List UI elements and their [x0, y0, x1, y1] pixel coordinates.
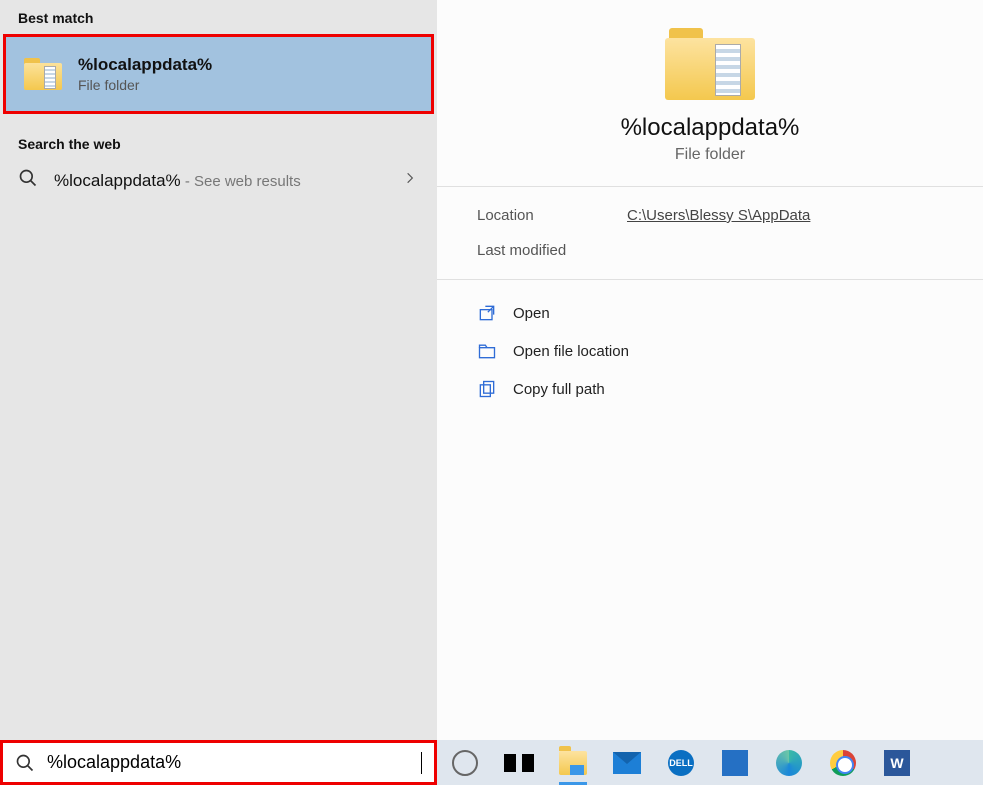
- folder-icon: [24, 58, 62, 90]
- best-match-header: Best match: [0, 0, 437, 34]
- location-link[interactable]: C:\Users\Blessy S\AppData: [627, 207, 810, 224]
- modified-label: Last modified: [477, 242, 567, 259]
- folder-icon: [665, 28, 755, 100]
- web-result[interactable]: %localappdata% - See web results: [0, 160, 437, 201]
- open-label: Open: [513, 305, 550, 322]
- open-location-action[interactable]: Open file location: [477, 332, 983, 370]
- dell-icon[interactable]: DELL: [663, 745, 699, 781]
- web-term: %localappdata%: [54, 171, 181, 190]
- web-hint: - See web results: [181, 173, 301, 190]
- file-explorer-icon[interactable]: [555, 745, 591, 781]
- taskbar-search-box[interactable]: %localappdata%: [0, 740, 437, 785]
- taskbar-icons: DELL W: [437, 740, 925, 785]
- copy-path-action[interactable]: Copy full path: [477, 370, 983, 408]
- cortana-icon[interactable]: [447, 745, 483, 781]
- chevron-right-icon: [403, 171, 417, 190]
- text-caret: [421, 752, 422, 774]
- search-icon: [18, 168, 38, 193]
- search-input[interactable]: %localappdata%: [47, 752, 409, 773]
- app-icon[interactable]: [717, 745, 753, 781]
- best-match-result[interactable]: %localappdata% File folder: [3, 34, 434, 114]
- best-match-subtitle: File folder: [78, 77, 212, 93]
- preview-title: %localappdata%: [621, 114, 800, 142]
- open-location-label: Open file location: [513, 343, 629, 360]
- actions-section: Open Open file location Copy full path: [437, 280, 983, 408]
- edge-icon[interactable]: [771, 745, 807, 781]
- copy-path-label: Copy full path: [513, 381, 605, 398]
- results-pane: Best match %localappdata% File folder Se…: [0, 0, 437, 740]
- location-label: Location: [477, 207, 567, 224]
- preview-subtitle: File folder: [675, 146, 745, 164]
- search-icon: [15, 753, 35, 773]
- taskbar: %localappdata% DELL W: [0, 740, 983, 785]
- word-icon[interactable]: W: [879, 745, 915, 781]
- preview-pane: %localappdata% File folder Location C:\U…: [437, 0, 983, 740]
- search-panel: Best match %localappdata% File folder Se…: [0, 0, 983, 740]
- best-match-title: %localappdata%: [78, 55, 212, 75]
- open-action[interactable]: Open: [477, 294, 983, 332]
- task-view-icon[interactable]: [501, 745, 537, 781]
- web-header: Search the web: [0, 126, 437, 160]
- chrome-icon[interactable]: [825, 745, 861, 781]
- mail-icon[interactable]: [609, 745, 645, 781]
- preview-header: %localappdata% File folder: [437, 0, 983, 187]
- details-section: Location C:\Users\Blessy S\AppData Last …: [437, 187, 983, 280]
